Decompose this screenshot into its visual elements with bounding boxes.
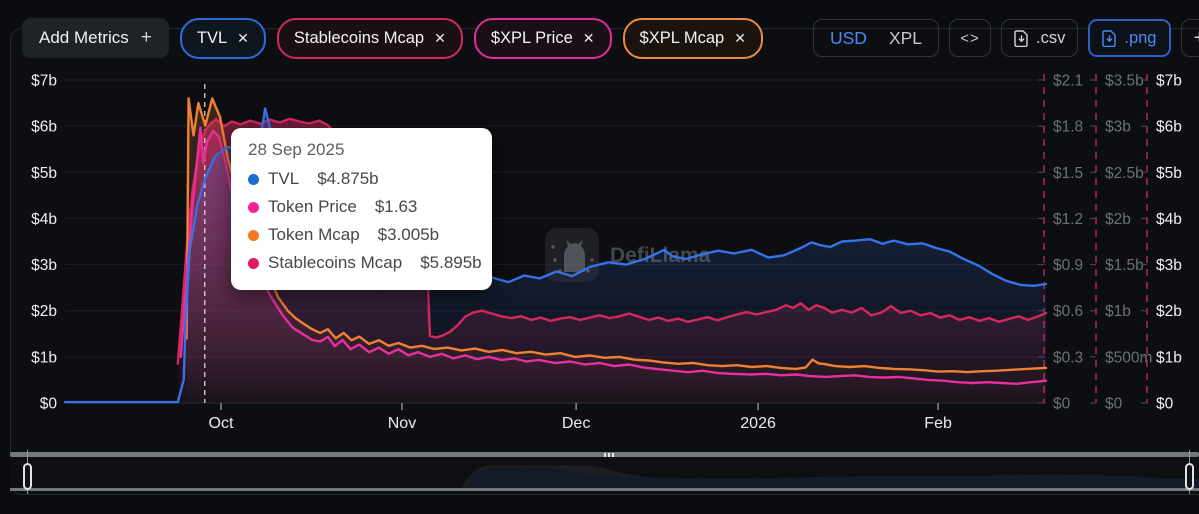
series-color-dot xyxy=(248,173,259,185)
right-axis-label: $2b xyxy=(1105,211,1131,228)
left-axis-label: $7b xyxy=(31,73,57,90)
series-color-dot xyxy=(248,257,259,269)
tooltip-row: TVL $4.875b xyxy=(248,165,476,193)
right-axis-label: $2.1 xyxy=(1053,73,1083,90)
right-axis-label: $1b xyxy=(1156,349,1182,366)
left-axis-label: $2b xyxy=(31,303,57,320)
right-axis-label: $1b xyxy=(1105,303,1131,320)
left-axis-label: $5b xyxy=(31,165,57,182)
right-axis-label: $0.6 xyxy=(1053,303,1083,320)
right-axis-label: $0.3 xyxy=(1053,349,1083,366)
left-axis-label: $4b xyxy=(31,211,57,228)
right-axis-label: $0 xyxy=(1105,396,1123,413)
tooltip-series-value: $5.895b xyxy=(420,253,482,272)
code-icon: <> xyxy=(960,29,980,47)
download-png-button[interactable]: .png xyxy=(1088,19,1171,57)
tooltip-series-label: Token Price xyxy=(268,197,357,216)
right-axis-label: $3.5b xyxy=(1105,73,1144,90)
right-axis-label: $0 xyxy=(1156,396,1174,413)
tooltip-date: 28 Sep 2025 xyxy=(248,140,345,159)
metrics-toolbar: Add Metrics + TVL ✕ Stablecoins Mcap ✕ $XPL … xyxy=(22,17,763,59)
left-axis-label: $3b xyxy=(31,257,57,274)
png-label: .png xyxy=(1124,28,1157,47)
remove-metric-icon[interactable]: ✕ xyxy=(734,30,746,47)
metric-chip-label: $XPL Price xyxy=(490,28,573,47)
metric-chip-label: TVL xyxy=(196,28,228,47)
metric-chip-stablecoins-mcap[interactable]: Stablecoins Mcap ✕ xyxy=(276,17,463,59)
left-axis-label: $6b xyxy=(31,119,57,136)
metric-chip--xpl-price[interactable]: $XPL Price ✕ xyxy=(473,17,612,59)
brush-sparkline xyxy=(10,464,1199,488)
right-axis-label: $7b xyxy=(1156,73,1182,90)
currency-usd[interactable]: USD xyxy=(830,28,867,49)
right-axis-label: $0 xyxy=(1053,396,1071,413)
right-axis-label: $1.5b xyxy=(1105,257,1144,274)
export-toolbar: USD XPL <> .csv .png + xyxy=(813,19,1199,57)
metric-chip-label: $XPL Mcap xyxy=(639,28,725,47)
x-axis-label: Nov xyxy=(388,415,416,432)
add-chart-button[interactable]: + xyxy=(1180,19,1199,57)
x-axis-label: Oct xyxy=(209,415,234,432)
brush-right-handle[interactable] xyxy=(1185,463,1194,490)
brush-window[interactable] xyxy=(10,457,1199,491)
chart-tooltip: 28 Sep 2025 TVL $4.875b Token Price $1.63 To… xyxy=(231,128,492,290)
add-metrics-label: Add Metrics xyxy=(39,28,129,47)
tooltip-row: Stablecoins Mcap $5.895b xyxy=(248,249,482,277)
x-axis-label: 2026 xyxy=(740,415,776,432)
right-axis-label: $500m xyxy=(1105,349,1152,366)
currency-xpl[interactable]: XPL xyxy=(889,28,922,49)
file-download-icon xyxy=(1102,29,1117,47)
right-axis-label: $2b xyxy=(1156,303,1182,320)
series-color-dot xyxy=(248,229,259,241)
left-axis-label: $0 xyxy=(40,396,58,413)
left-axis-label: $1b xyxy=(31,349,57,366)
right-axis-label: $1.5 xyxy=(1053,165,1083,182)
right-axis-label: $0.9 xyxy=(1053,257,1083,274)
brush-left-handle[interactable] xyxy=(23,463,32,490)
tooltip-series-value: $1.63 xyxy=(374,197,418,216)
series-color-dot xyxy=(248,201,259,213)
plus-icon: + xyxy=(1194,27,1199,50)
remove-metric-icon[interactable]: ✕ xyxy=(434,30,446,47)
brush-silhouette xyxy=(10,464,1199,488)
metric-chip-label: Stablecoins Mcap xyxy=(293,28,425,47)
metric-chips: TVL ✕ Stablecoins Mcap ✕ $XPL Price ✕ $XPL Mca… xyxy=(179,17,763,59)
tooltip-series-value: $3.005b xyxy=(377,225,440,244)
right-axis-label: $6b xyxy=(1156,119,1182,136)
tooltip-series-value: $4.875b xyxy=(317,169,379,188)
x-axis-label: Feb xyxy=(924,415,952,432)
price-chart[interactable]: $0 $1b $2b $3b $4b $5b $6b $7b $0 $0.3 $0.6 $0.9 $1.… xyxy=(0,56,1199,450)
remove-metric-icon[interactable]: ✕ xyxy=(237,30,249,47)
right-axis-label: $5b xyxy=(1156,165,1182,182)
x-axis-label: Dec xyxy=(562,415,590,432)
right-axis-label: $4b xyxy=(1156,211,1182,228)
metric-chip-tvl[interactable]: TVL ✕ xyxy=(179,17,266,59)
time-range-brush xyxy=(10,450,1199,496)
tooltip-series-label: Stablecoins Mcap xyxy=(268,253,403,272)
right-axis-label: $2.5b xyxy=(1105,165,1144,182)
download-csv-button[interactable]: .csv xyxy=(1001,19,1079,57)
right-axis-label: $3b xyxy=(1156,257,1182,274)
metric-chip--xpl-mcap[interactable]: $XPL Mcap ✕ xyxy=(622,17,763,59)
tooltip-row: Token Mcap $3.005b xyxy=(248,221,476,249)
tooltip-series-label: Token Mcap xyxy=(268,225,360,244)
right-axis-label: $1.8 xyxy=(1053,119,1083,136)
right-axis-label: $3b xyxy=(1105,119,1131,136)
tooltip-row: Token Price $1.63 xyxy=(248,193,476,221)
embed-code-button[interactable]: <> xyxy=(949,19,992,57)
currency-toggle[interactable]: USD XPL xyxy=(813,19,940,57)
remove-metric-icon[interactable]: ✕ xyxy=(583,30,595,47)
plus-icon: + xyxy=(140,27,152,48)
right-axis-label: $1.2 xyxy=(1053,211,1083,228)
csv-label: .csv xyxy=(1036,28,1066,47)
file-download-icon xyxy=(1014,29,1028,47)
add-metrics-button[interactable]: Add Metrics + xyxy=(22,18,169,58)
tooltip-series-label: TVL xyxy=(268,169,300,188)
